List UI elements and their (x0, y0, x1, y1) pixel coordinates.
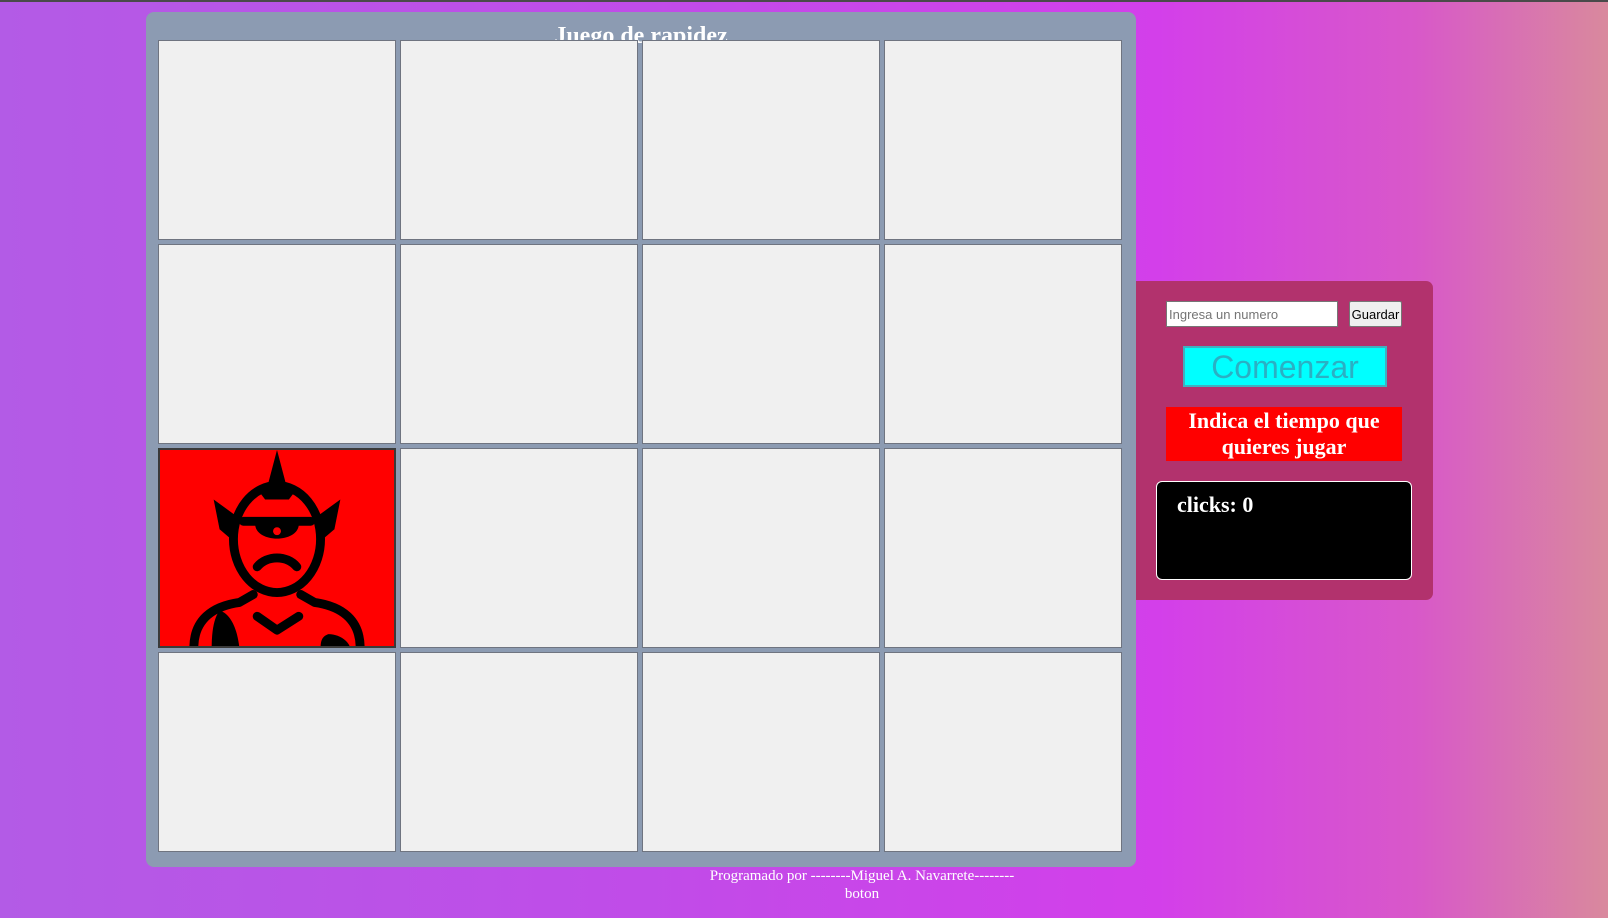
grid-cell-r3-c1-monster[interactable] (158, 448, 396, 648)
grid-cell-r3-c2[interactable] (400, 448, 638, 648)
grid-cell-r3-c4[interactable] (884, 448, 1122, 648)
grid-cell-r3-c3[interactable] (642, 448, 880, 648)
grid-cell-r4-c2[interactable] (400, 652, 638, 852)
footer: Programado por --------Miguel A. Navarre… (700, 867, 1024, 903)
game-board: Juego de rapidez (146, 12, 1136, 867)
grid-cell-r2-c2[interactable] (400, 244, 638, 444)
time-number-input[interactable] (1166, 301, 1338, 327)
grid-cell-r4-c3[interactable] (642, 652, 880, 852)
game-grid (158, 40, 1122, 852)
grid-cell-r4-c1[interactable] (158, 652, 396, 852)
grid-cell-r1-c3[interactable] (642, 40, 880, 240)
grid-cell-r1-c2[interactable] (400, 40, 638, 240)
time-input-row: Guardar (1166, 301, 1406, 328)
grid-cell-r2-c1[interactable] (158, 244, 396, 444)
footer-credit: Programado por --------Miguel A. Navarre… (709, 868, 1015, 884)
grid-cell-r1-c4[interactable] (884, 40, 1122, 240)
grid-cell-r1-c1[interactable] (158, 40, 396, 240)
cyclops-monster-icon (189, 450, 365, 646)
time-instruction-text: Indica el tiempo que quieres jugar (1166, 407, 1402, 461)
clicks-counter: clicks: 0 (1177, 492, 1254, 517)
top-border-line (0, 0, 1608, 2)
footer-boton-link[interactable]: boton (700, 885, 1024, 903)
control-panel: Guardar Comenzar Indica el tiempo que qu… (1136, 281, 1433, 600)
grid-cell-r4-c4[interactable] (884, 652, 1122, 852)
grid-cell-r2-c3[interactable] (642, 244, 880, 444)
grid-cell-r2-c4[interactable] (884, 244, 1122, 444)
start-button[interactable]: Comenzar (1183, 346, 1387, 387)
clicks-counter-box: clicks: 0 (1156, 481, 1412, 580)
save-button[interactable]: Guardar (1349, 301, 1402, 327)
